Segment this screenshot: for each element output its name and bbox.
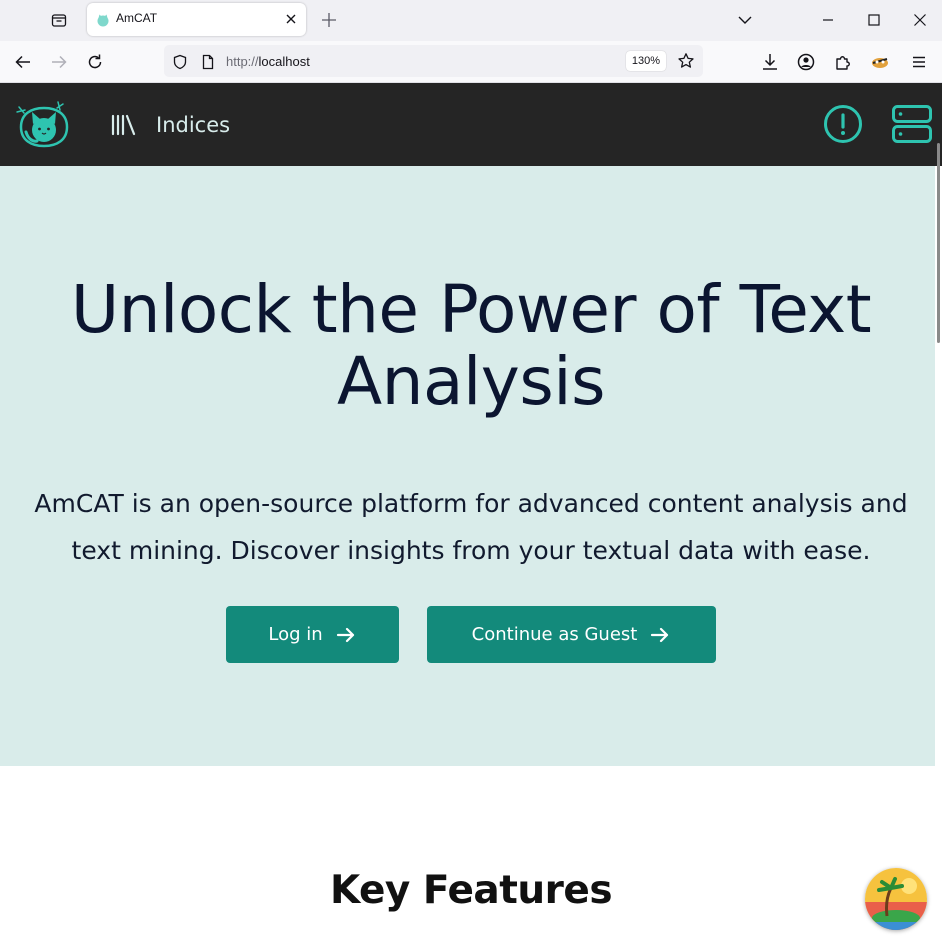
- hero-subtitle: AmCAT is an open-source platform for adv…: [34, 489, 908, 565]
- amcat-cat-icon: [97, 14, 109, 27]
- login-button[interactable]: Log in: [226, 606, 399, 663]
- alert-circle-icon[interactable]: [822, 103, 864, 145]
- arrow-right-icon: [336, 627, 354, 642]
- beach-island-icon: [865, 868, 927, 930]
- extensions-icon[interactable]: [832, 51, 854, 73]
- url-scheme: http://: [226, 54, 259, 69]
- server-icon[interactable]: [891, 103, 933, 145]
- addon-icon[interactable]: [869, 51, 891, 73]
- star-icon[interactable]: [677, 52, 695, 70]
- tab-list-button[interactable]: [46, 8, 72, 32]
- zoom-level-badge[interactable]: 130%: [626, 51, 666, 71]
- close-icon[interactable]: [283, 11, 299, 27]
- menu-icon[interactable]: [908, 51, 930, 73]
- hero-section: Unlock the Power of Text Analysis AmCAT …: [0, 166, 935, 766]
- scrollbar-thumb[interactable]: [937, 143, 940, 343]
- chevron-down-icon[interactable]: [735, 10, 755, 30]
- browser-nav-bar: http://localhost 130%: [0, 41, 942, 83]
- hero-title: Unlock the Power of Text Analysis: [70, 271, 872, 420]
- forward-arrow-icon[interactable]: [48, 51, 70, 73]
- shield-icon[interactable]: [172, 54, 188, 70]
- url-text[interactable]: http://localhost: [226, 54, 310, 69]
- browser-tab-bar: AmCAT: [0, 0, 942, 41]
- login-button-label: Log in: [268, 624, 323, 645]
- tab-list-icon: [51, 14, 67, 27]
- nav-indices-label: Indices: [156, 113, 231, 137]
- download-icon[interactable]: [759, 51, 781, 73]
- back-arrow-icon[interactable]: [12, 51, 34, 73]
- account-icon[interactable]: [795, 51, 817, 73]
- url-bar[interactable]: http://localhost 130%: [164, 45, 703, 77]
- nav-indices-link[interactable]: Indices: [110, 110, 230, 140]
- floating-helper-button[interactable]: [865, 868, 927, 930]
- continue-as-guest-button[interactable]: Continue as Guest: [427, 606, 716, 663]
- guest-button-label: Continue as Guest: [471, 624, 638, 645]
- tab-title: AmCAT: [116, 11, 158, 25]
- reload-icon[interactable]: [84, 51, 106, 73]
- key-features-heading: Key Features: [329, 868, 613, 913]
- browser-tab-amcat[interactable]: AmCAT: [87, 3, 306, 36]
- arrow-right-icon: [651, 627, 669, 642]
- plus-icon[interactable]: [318, 9, 340, 31]
- amcat-cat-logo[interactable]: [13, 100, 75, 150]
- page-icon[interactable]: [200, 54, 216, 70]
- minimize-icon[interactable]: [818, 10, 838, 30]
- url-host: localhost: [258, 54, 310, 69]
- page-scrollbar[interactable]: [935, 83, 942, 945]
- maximize-icon[interactable]: [864, 10, 884, 30]
- window-close-icon[interactable]: [910, 10, 930, 30]
- app-header: Indices: [0, 83, 942, 166]
- library-icon: [111, 114, 136, 136]
